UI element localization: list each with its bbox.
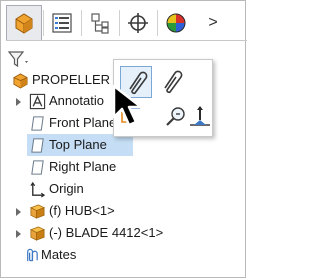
filter-button[interactable] xyxy=(7,50,31,70)
tab-featuremanager[interactable] xyxy=(6,5,42,40)
plane-icon xyxy=(31,160,44,175)
propertymanager-icon xyxy=(52,12,72,33)
tree-item-label: Right Plane xyxy=(49,159,117,174)
tree-item-label: Annotatio xyxy=(49,93,104,108)
tree-item-label: Top Plane xyxy=(49,137,107,152)
origin-icon xyxy=(30,181,46,198)
tab-configurationmanager[interactable] xyxy=(82,5,118,40)
featuremanager-tree-icon xyxy=(15,13,33,34)
tree-item-label: Mates xyxy=(41,247,77,262)
tree-item-label: (-) BLADE 4412<1> xyxy=(49,225,164,240)
part-icon xyxy=(29,226,46,241)
assembly-icon xyxy=(13,73,28,89)
tree-item-label: Origin xyxy=(49,181,84,196)
configurationmanager-icon xyxy=(91,12,109,34)
tab-propertymanager[interactable] xyxy=(44,5,80,40)
chevron-right-icon: > xyxy=(208,13,218,31)
tree-item-label: (f) HUB<1> xyxy=(49,203,115,218)
chevron-down-icon xyxy=(25,61,28,63)
expand-arrow-icon[interactable] xyxy=(16,230,21,238)
tree-item-blade[interactable]: (-) BLADE 4412<1> xyxy=(1,222,247,244)
part-icon xyxy=(29,204,46,219)
tree-item-label: Front Plane xyxy=(49,115,117,130)
tab-dimxpertmanager[interactable] xyxy=(120,5,156,40)
mates-icon xyxy=(27,248,38,262)
dimxpertmanager-icon xyxy=(128,12,148,33)
plane-icon xyxy=(31,138,44,153)
tree-item-right-plane[interactable]: Right Plane xyxy=(1,156,247,178)
tree-item-mates[interactable]: Mates xyxy=(1,244,247,266)
displaymanager-icon xyxy=(166,13,186,32)
tree-item-hub[interactable]: (f) HUB<1> xyxy=(1,200,247,222)
sketch-icon xyxy=(190,106,210,126)
annotations-icon xyxy=(29,93,46,110)
tabs-overflow-button[interactable]: > xyxy=(198,5,228,40)
plane-icon xyxy=(31,116,44,131)
zoom-to-selection-button[interactable] xyxy=(164,104,188,128)
mouse-pointer-icon xyxy=(112,84,143,127)
featuremanager-panel: > PROPELLER A Annotatio Front Plane Top … xyxy=(0,0,247,278)
expand-arrow-icon[interactable] xyxy=(16,98,21,106)
tab-displaymanager[interactable] xyxy=(158,5,194,40)
expand-arrow-icon[interactable] xyxy=(16,208,21,216)
zoom-icon xyxy=(166,107,185,126)
manager-tabs: > xyxy=(6,5,247,41)
tree-item-label: PROPELLER A xyxy=(32,72,122,87)
tree-item-top-plane[interactable]: Top Plane xyxy=(27,134,133,156)
tree-item-origin[interactable]: Origin xyxy=(1,178,247,200)
filter-icon xyxy=(7,51,28,68)
sketch-button[interactable] xyxy=(188,104,212,128)
